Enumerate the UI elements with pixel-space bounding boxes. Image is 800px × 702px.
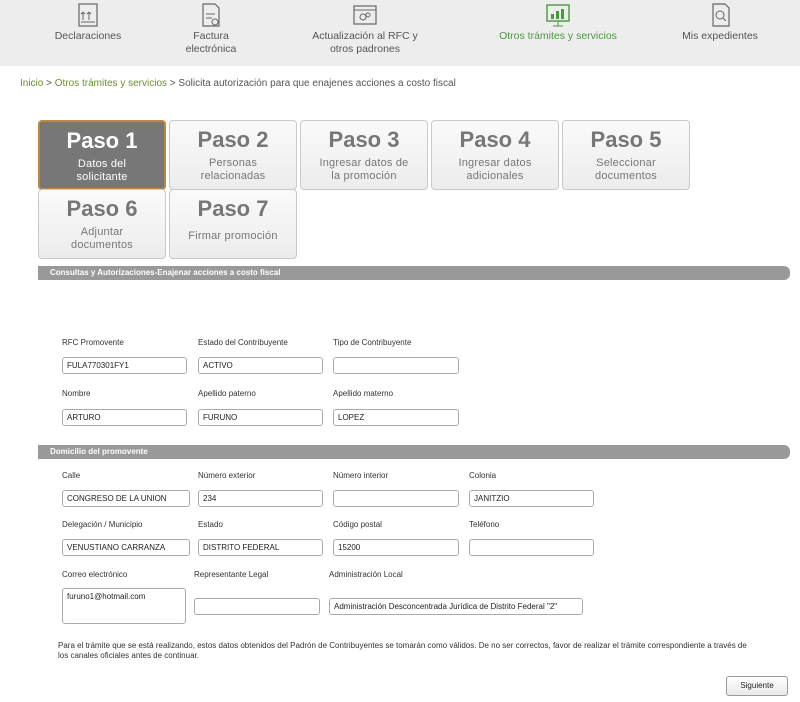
- step-description: Personas relacionadas: [200, 157, 266, 182]
- step-7[interactable]: Paso 7 Firmar promoción: [169, 189, 297, 259]
- apellido-paterno-field[interactable]: FURUNO: [198, 409, 323, 426]
- estado-contribuyente-field[interactable]: ACTIVO: [198, 357, 323, 374]
- info-note: Para el trámite que se está realizando, …: [58, 641, 747, 660]
- breadcrumb-separator: >: [167, 78, 179, 89]
- step-2[interactable]: Paso 2 Personas relacionadas: [169, 120, 297, 190]
- step-4[interactable]: Paso 4 Ingresar datos adicionales: [431, 120, 559, 190]
- nav-declaraciones-label: Declaraciones: [54, 30, 122, 42]
- nav-expedientes-label: Mis expedientes: [682, 30, 758, 42]
- telefono-label: Teléfono: [469, 520, 500, 529]
- expedientes-icon: [712, 3, 730, 27]
- codigo-postal-field[interactable]: 15200: [333, 539, 459, 556]
- apellido-materno-label: Apellido materno: [333, 389, 394, 398]
- nav-factura[interactable]: Factura electrónica: [176, 2, 246, 56]
- telefono-field[interactable]: [469, 539, 594, 556]
- step-description: Seleccionar documentos: [595, 157, 657, 182]
- administracion-label: Administración Local: [329, 570, 403, 579]
- calle-label: Calle: [62, 471, 81, 480]
- top-navigation: Declaraciones Factura electrónica Actual…: [0, 0, 800, 66]
- step-number: Paso 7: [197, 196, 269, 221]
- next-button[interactable]: Siguiente: [726, 676, 788, 696]
- step-1[interactable]: Paso 1 Datos del solicitante: [38, 120, 166, 190]
- step-number: Paso 4: [459, 127, 531, 152]
- nav-declaraciones[interactable]: Declaraciones: [48, 2, 128, 43]
- step-number: Paso 1: [66, 128, 138, 153]
- representante-field[interactable]: [194, 598, 320, 615]
- step-number: Paso 5: [590, 127, 662, 152]
- breadcrumb-separator: >: [43, 78, 55, 89]
- declaraciones-icon: [78, 3, 98, 27]
- section-header-consultas: Consultas y Autorizaciones-Enajenar acci…: [38, 266, 790, 280]
- rfc-label: RFC Promovente: [62, 338, 124, 347]
- step-number: Paso 3: [328, 127, 400, 152]
- step-description: Ingresar datos adicionales: [458, 157, 532, 182]
- rfc-field[interactable]: FULA770301FY1: [62, 357, 187, 374]
- step-3[interactable]: Paso 3 Ingresar datos de la promoción: [300, 120, 428, 190]
- nav-expedientes[interactable]: Mis expedientes: [680, 2, 760, 43]
- numero-exterior-field[interactable]: 234: [198, 490, 323, 507]
- colonia-label: Colonia: [469, 471, 497, 480]
- colonia-field[interactable]: JANITZIO: [469, 490, 594, 507]
- numero-interior-label: Número interior: [333, 471, 389, 480]
- breadcrumb-section-link[interactable]: Otros trámites y servicios: [55, 78, 167, 89]
- numero-interior-field[interactable]: [333, 490, 459, 507]
- delegacion-field[interactable]: VENUSTIANO CARRANZA: [62, 539, 190, 556]
- factura-icon: [202, 3, 220, 27]
- tipo-contribuyente-field[interactable]: [333, 357, 459, 374]
- section-header-domicilio: Domicilio del promovente: [38, 445, 790, 459]
- estado-field[interactable]: DISTRITO FEDERAL: [198, 539, 323, 556]
- step-description: Adjuntar documentos: [71, 226, 133, 251]
- step-description: Firmar promoción: [188, 230, 278, 242]
- nav-otros-tramites[interactable]: Otros trámites y servicios: [488, 2, 628, 43]
- correo-label: Correo electrónico: [62, 570, 128, 579]
- rfc-icon: [353, 5, 377, 25]
- estado-contribuyente-label: Estado del Contribuyente: [198, 338, 288, 347]
- apellido-paterno-label: Apellido paterno: [198, 389, 256, 398]
- administracion-select[interactable]: Administración Desconcentrada Jurídica d…: [329, 598, 583, 615]
- delegacion-label: Delegación / Municipio: [62, 520, 143, 529]
- numero-exterior-label: Número exterior: [198, 471, 256, 480]
- breadcrumb-current: Solicita autorización para que enajenes …: [178, 78, 456, 89]
- step-description: Ingresar datos de la promoción: [319, 157, 409, 182]
- tipo-contribuyente-label: Tipo de Contribuyente: [333, 338, 412, 347]
- step-number: Paso 2: [197, 127, 269, 152]
- apellido-materno-field[interactable]: LOPEZ: [333, 409, 459, 426]
- step-5[interactable]: Paso 5 Seleccionar documentos: [562, 120, 690, 190]
- step-6[interactable]: Paso 6 Adjuntar documentos: [38, 189, 166, 259]
- nav-otros-tramites-label: Otros trámites y servicios: [499, 30, 617, 42]
- nombre-field[interactable]: ARTURO: [62, 409, 187, 426]
- codigo-postal-label: Código postal: [333, 520, 382, 529]
- nav-rfc[interactable]: Actualización al RFC y otros padrones: [300, 2, 430, 56]
- breadcrumb: Inicio > Otros trámites y servicios > So…: [20, 78, 456, 89]
- nav-rfc-label: Actualización al RFC y otros padrones: [312, 30, 418, 55]
- nombre-label: Nombre: [62, 389, 91, 398]
- correo-field[interactable]: furuno1@hotmail.com: [62, 588, 186, 624]
- step-number: Paso 6: [66, 196, 138, 221]
- step-description: Datos del solicitante: [76, 158, 128, 183]
- representante-label: Representante Legal: [194, 570, 269, 579]
- breadcrumb-home-link[interactable]: Inicio: [20, 78, 43, 89]
- nav-factura-label: Factura electrónica: [185, 30, 237, 55]
- estado-label: Estado: [198, 520, 223, 529]
- calle-field[interactable]: CONGRESO DE LA UNION: [62, 490, 190, 507]
- tramites-icon: [546, 4, 570, 27]
